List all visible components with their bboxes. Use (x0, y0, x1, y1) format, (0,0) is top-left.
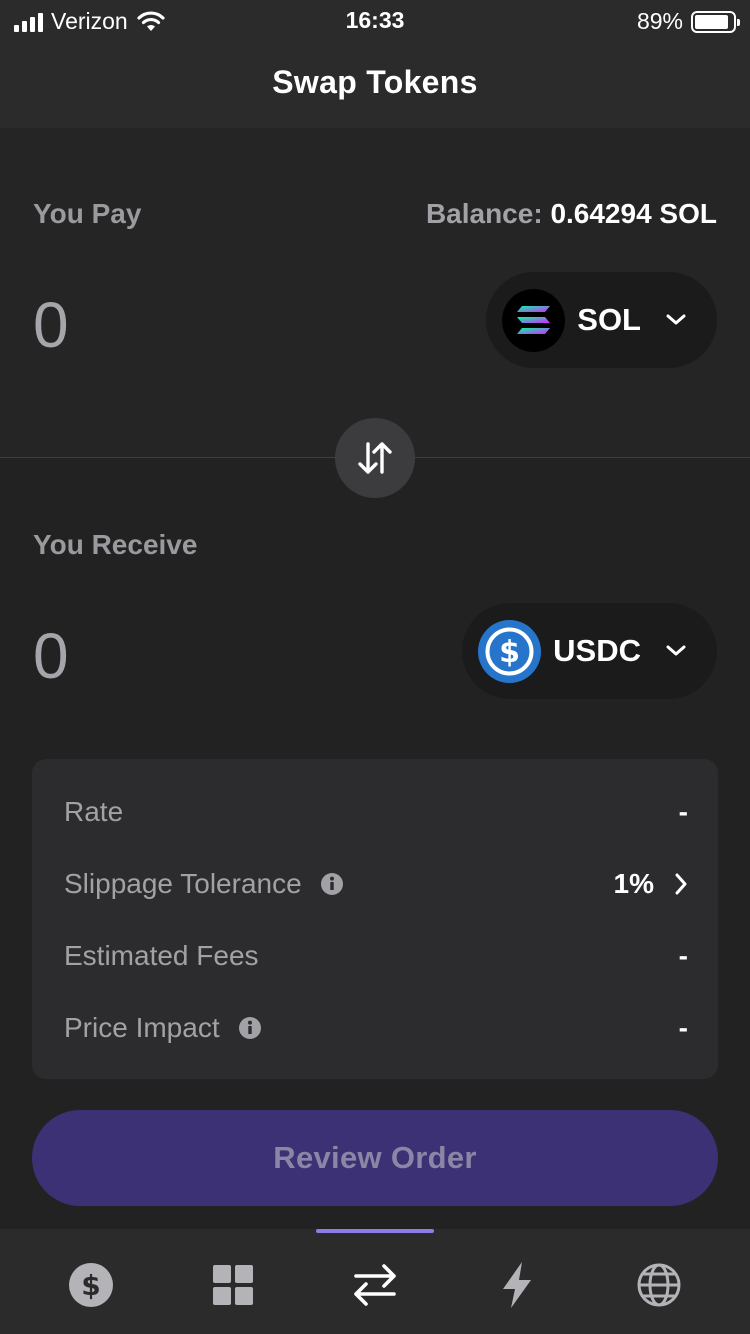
receive-amount: 0 (33, 620, 69, 692)
pay-label: You Pay (33, 198, 142, 229)
chevron-down-icon (666, 645, 686, 656)
slippage-label: Slippage Tolerance (64, 868, 344, 900)
detail-row-slippage[interactable]: Slippage Tolerance 1% (64, 864, 688, 904)
detail-row-price-impact: Price Impact - (64, 1008, 688, 1048)
chevron-down-icon (666, 314, 686, 325)
status-right: 89% (636, 8, 740, 35)
info-icon[interactable] (320, 872, 344, 896)
price-impact-label: Price Impact (64, 1012, 262, 1044)
info-icon[interactable] (238, 1016, 262, 1040)
pay-amount-input[interactable]: 0 (33, 288, 69, 362)
pay-token-selector[interactable]: SOL (486, 272, 717, 368)
price-impact-value: - (678, 1012, 688, 1043)
battery-level (695, 14, 728, 29)
tab-bar: $ (0, 1229, 750, 1334)
page-title: Swap Tokens (272, 64, 478, 100)
usdc-logo-icon: $ (478, 619, 542, 683)
header: Swap Tokens (0, 40, 750, 128)
review-order-button[interactable]: Review Order (32, 1110, 718, 1206)
swap-arrows-icon (354, 1264, 396, 1306)
solana-logo-icon (502, 288, 566, 352)
detail-row-fees: Estimated Fees - (64, 936, 688, 976)
rate-value: - (678, 796, 688, 827)
review-order-label: Review Order (273, 1140, 477, 1175)
receive-token-selector[interactable]: $ USDC (462, 603, 717, 699)
pay-token-symbol: SOL (577, 302, 641, 337)
active-tab-indicator (316, 1229, 434, 1233)
swap-details-card: Rate - Slippage Tolerance 1% Estimated F… (32, 759, 718, 1079)
slippage-value[interactable]: 1% (614, 868, 688, 900)
swap-vertical-icon (358, 442, 392, 474)
balance-label: Balance: (425, 198, 543, 229)
svg-text:$: $ (81, 1269, 100, 1302)
status-bar: Verizon 16:33 89% (0, 0, 750, 40)
balance-value[interactable]: 0.64294 SOL (550, 198, 717, 229)
dollar-coin-icon: $ (69, 1263, 113, 1307)
balance: Balance: 0.64294 SOL (426, 198, 717, 230)
activity-tab[interactable] (472, 1255, 562, 1315)
browser-tab[interactable] (614, 1255, 704, 1315)
receive-token-symbol: USDC (553, 633, 641, 668)
receive-section: You Receive 0 $ USDC Rate - Slippage Tol… (0, 459, 750, 1229)
detail-row-rate: Rate - (64, 792, 688, 832)
swap-direction-button[interactable] (335, 418, 415, 498)
globe-icon (637, 1263, 681, 1307)
svg-text:$: $ (499, 635, 520, 670)
swap-tab[interactable] (330, 1255, 420, 1315)
pay-section: You Pay Balance: 0.64294 SOL 0 SOL (0, 128, 750, 458)
collectibles-tab[interactable] (188, 1255, 278, 1315)
rate-label: Rate (64, 796, 124, 827)
lightning-icon (503, 1262, 531, 1308)
fees-value: - (678, 940, 688, 971)
battery-percent: 89% (636, 8, 683, 34)
receive-label: You Receive (33, 529, 198, 560)
battery-icon (691, 10, 740, 33)
chevron-right-icon (675, 873, 687, 895)
fees-label: Estimated Fees (64, 940, 259, 971)
wallet-tab[interactable]: $ (46, 1255, 136, 1315)
grid-icon (213, 1265, 253, 1305)
